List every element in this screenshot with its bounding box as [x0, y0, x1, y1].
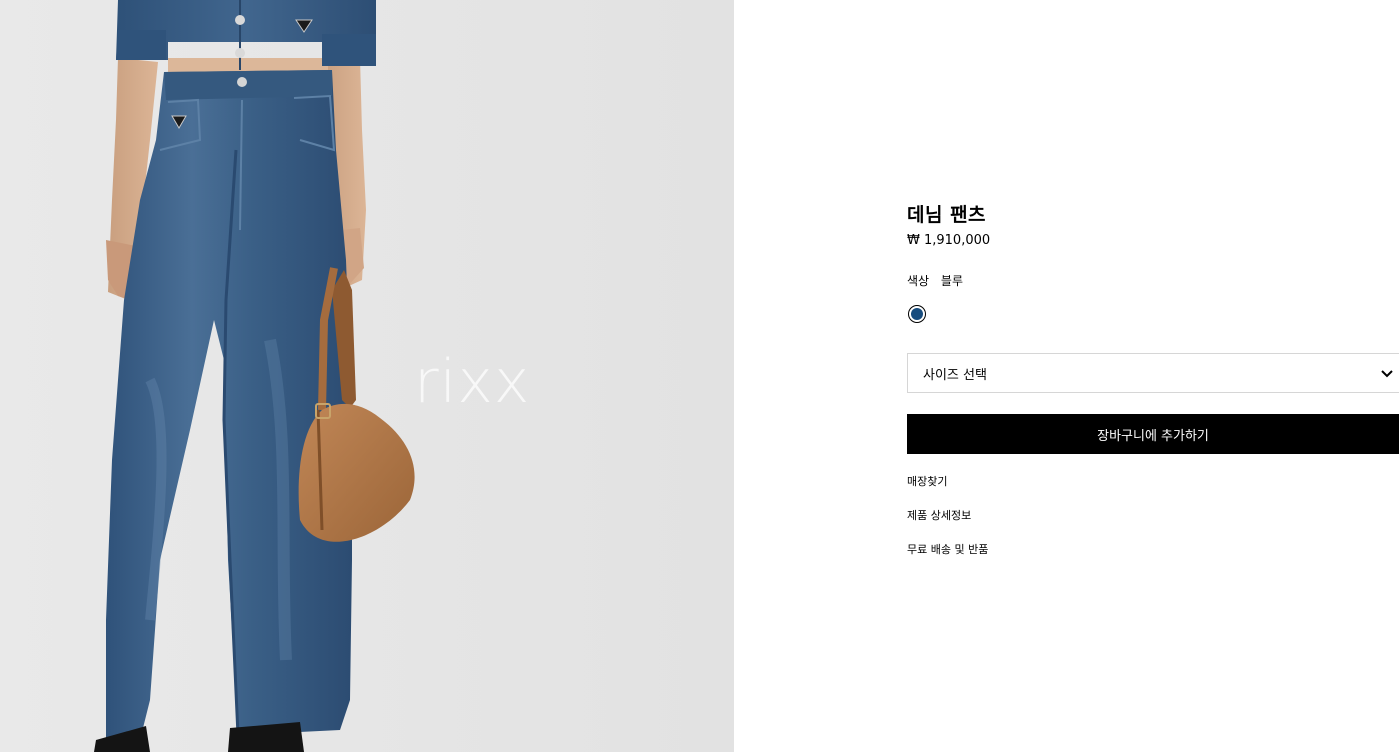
color-value: 블루: [940, 274, 964, 288]
color-row: 색상 블루: [907, 272, 963, 289]
color-swatch-blue[interactable]: [908, 305, 926, 323]
product-title: 데님 팬츠: [907, 204, 987, 226]
product-page: rixx 데님 팬츠 ₩ 1,910,000 색상 블루 사이즈 선택 장바구니…: [0, 0, 1399, 752]
chevron-down-icon: [1381, 370, 1393, 378]
product-price: ₩ 1,910,000: [907, 233, 991, 248]
watermark-text: rixx: [414, 347, 531, 417]
product-image[interactable]: rixx: [0, 0, 734, 752]
swatch-dot: [911, 308, 923, 320]
color-label: 색상: [907, 274, 930, 288]
shipping-returns-link[interactable]: 무료 배송 및 반품: [907, 541, 988, 557]
size-select-label: 사이즈 선택: [923, 367, 987, 383]
store-locator-link[interactable]: 매장찾기: [907, 473, 947, 489]
size-select[interactable]: 사이즈 선택: [907, 353, 1399, 393]
product-info: 데님 팬츠 ₩ 1,910,000 색상 블루 사이즈 선택 장바구니에 추가하…: [907, 0, 1399, 752]
add-to-cart-button[interactable]: 장바구니에 추가하기: [907, 414, 1399, 454]
product-details-link[interactable]: 제품 상세정보: [907, 507, 971, 523]
model-illustration: [94, 0, 415, 752]
